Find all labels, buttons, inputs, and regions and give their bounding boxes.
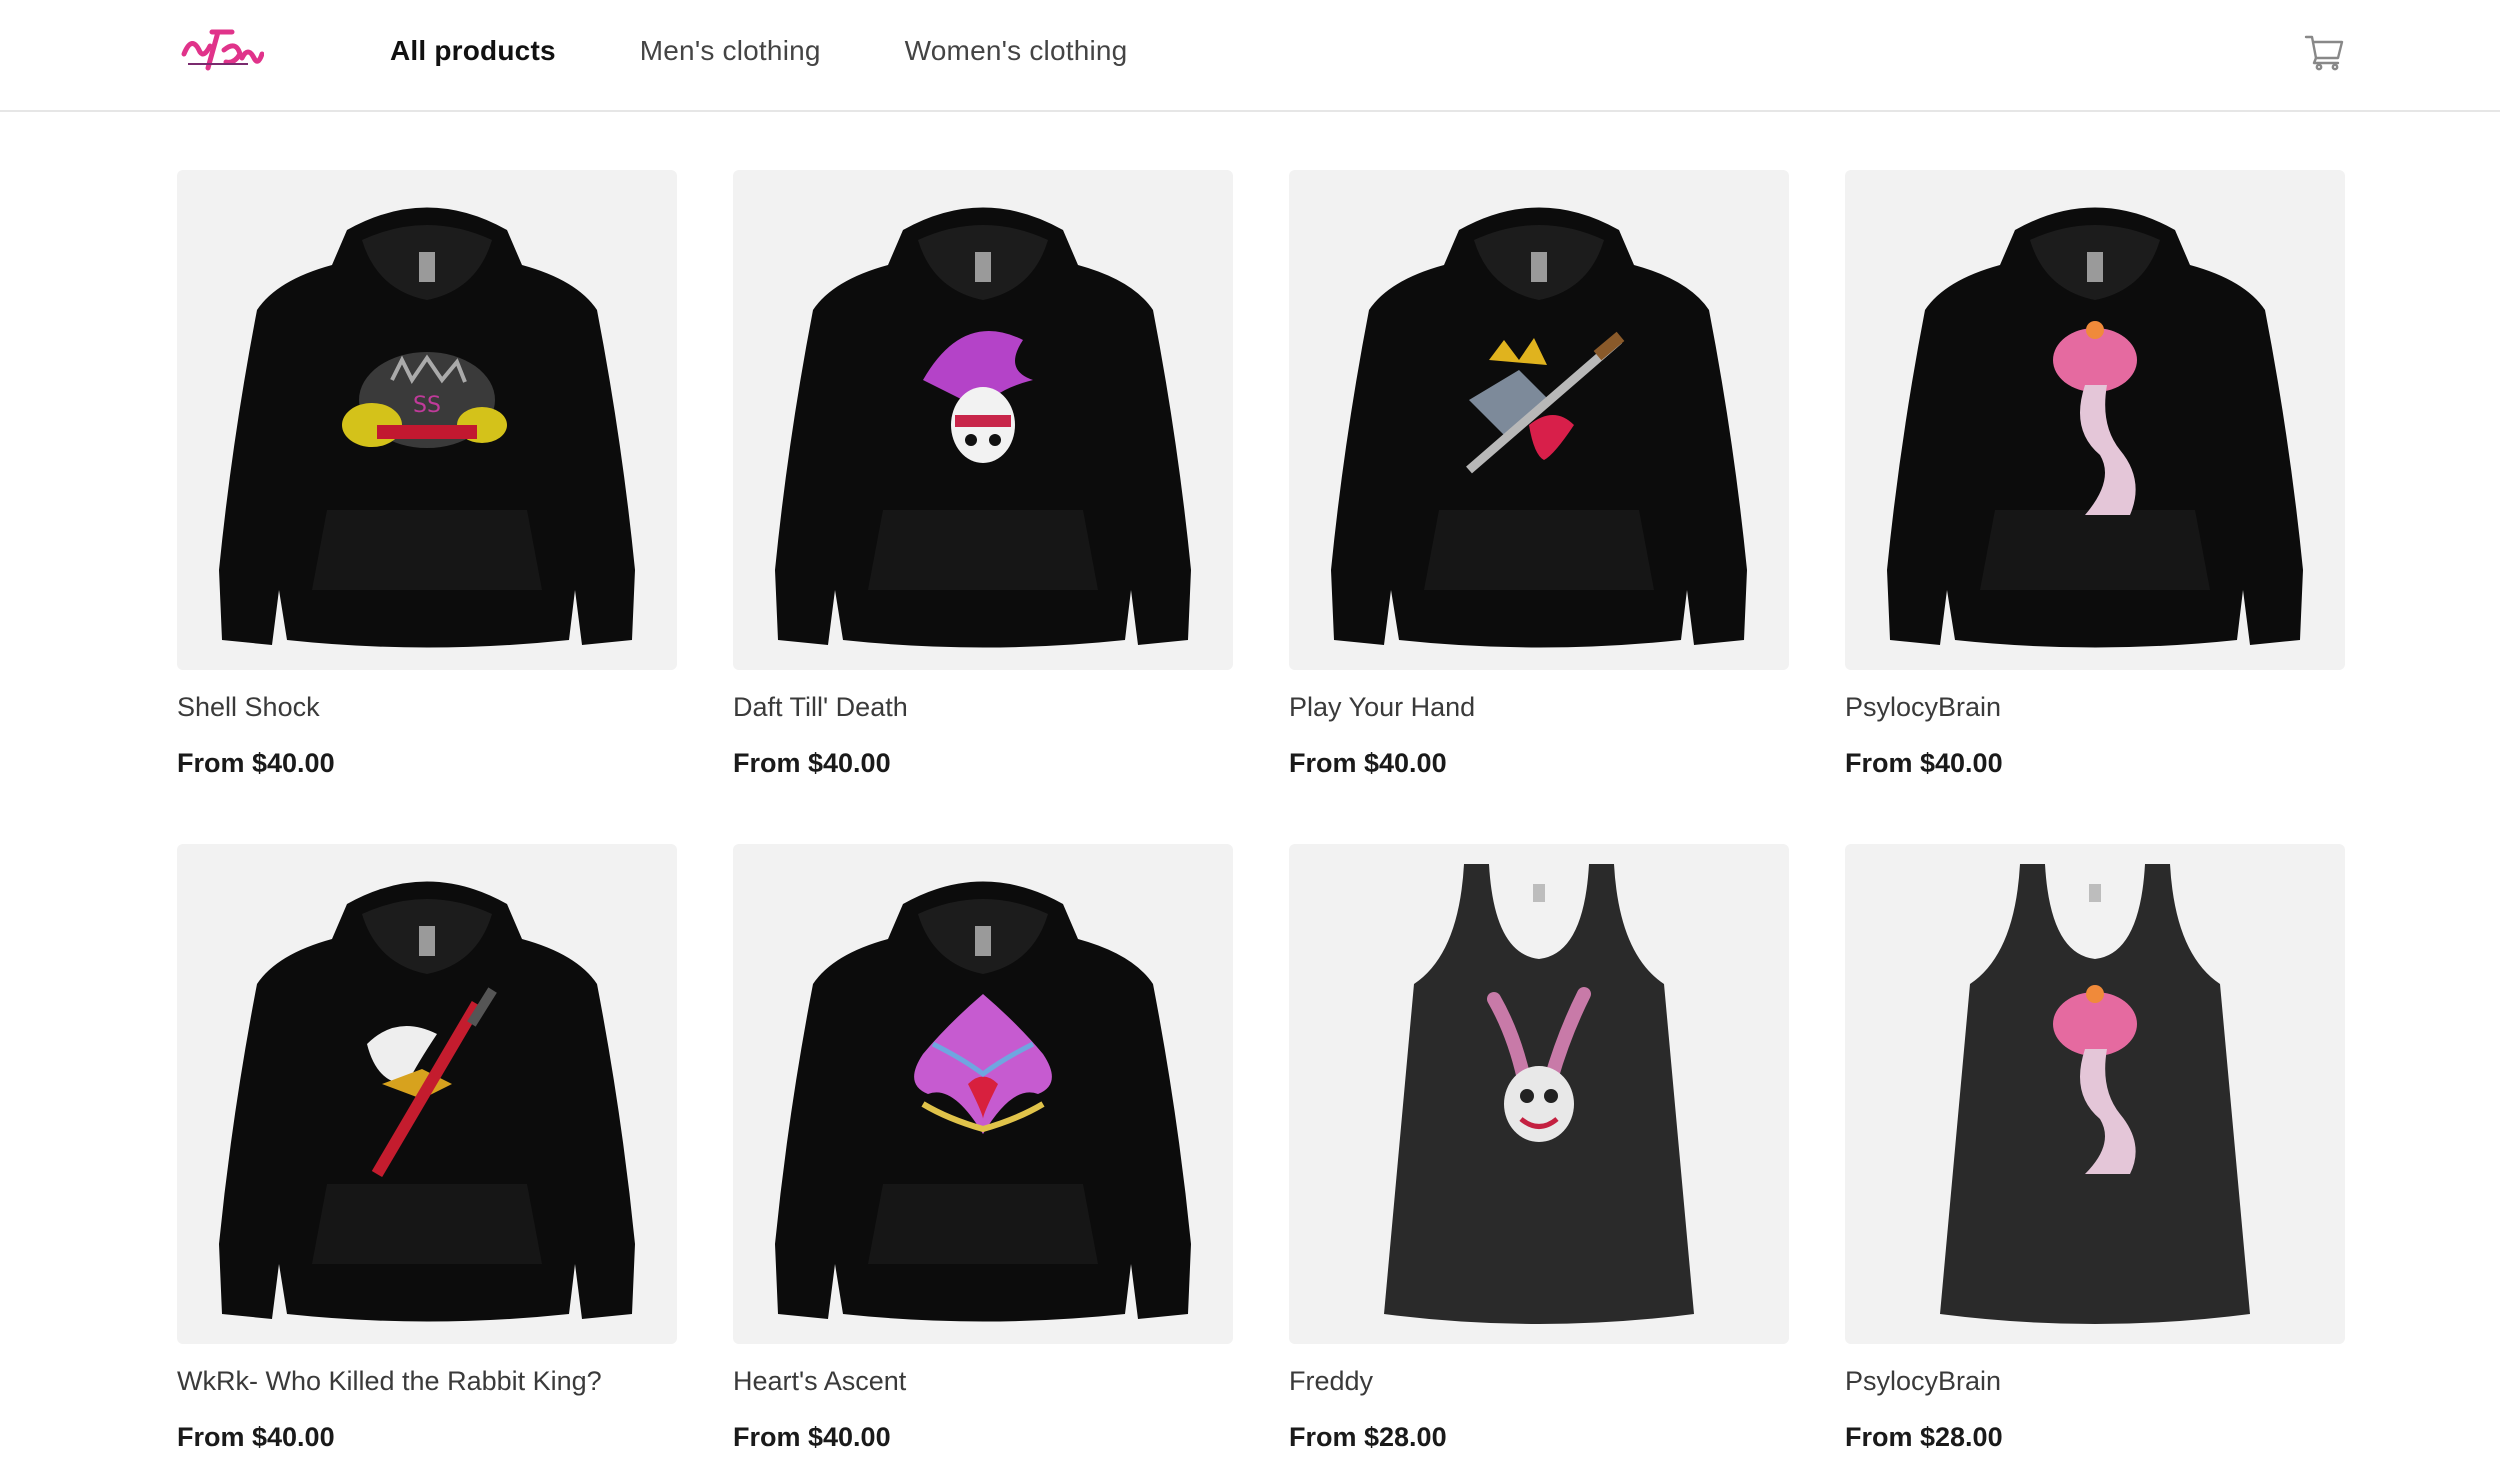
- product-grid: SS Shell Shock From $40.00 Daft Till' De…: [177, 170, 2347, 1454]
- product-card[interactable]: SS Shell Shock From $40.00: [177, 170, 677, 780]
- hoodie-image: [1331, 207, 1747, 648]
- hoodie-image: [775, 881, 1191, 1322]
- cart-icon[interactable]: [2304, 32, 2344, 72]
- product-title[interactable]: Play Your Hand: [1289, 690, 1789, 724]
- product-card[interactable]: PsylocyBrain From $28.00: [1845, 844, 2345, 1454]
- product-image[interactable]: [733, 170, 1233, 670]
- product-title[interactable]: PsylocyBrain: [1845, 690, 2345, 724]
- brand-logo[interactable]: [178, 24, 265, 76]
- nav-womens-clothing[interactable]: Women's clothing: [905, 35, 1128, 67]
- site-header: All products Men's clothing Women's clot…: [0, 0, 2500, 112]
- product-image[interactable]: [733, 844, 1233, 1344]
- hoodie-image: [775, 207, 1191, 648]
- product-image[interactable]: [1289, 844, 1789, 1344]
- product-price: From $40.00: [733, 748, 891, 778]
- product-card[interactable]: WkRk- Who Killed the Rabbit King? From $…: [177, 844, 677, 1454]
- product-title[interactable]: Shell Shock: [177, 690, 677, 724]
- product-card[interactable]: Daft Till' Death From $40.00: [733, 170, 1233, 780]
- product-image[interactable]: [1289, 170, 1789, 670]
- product-price: From $40.00: [177, 1422, 335, 1452]
- product-image[interactable]: [1845, 170, 2345, 670]
- nav-all-products[interactable]: All products: [390, 35, 556, 67]
- product-title[interactable]: Daft Till' Death: [733, 690, 1233, 724]
- main-nav: All products Men's clothing Women's clot…: [390, 0, 1127, 102]
- product-image[interactable]: [177, 844, 677, 1344]
- product-title[interactable]: WkRk- Who Killed the Rabbit King?: [177, 1364, 677, 1398]
- svg-text:SS: SS: [413, 393, 441, 418]
- product-price: From $40.00: [1845, 748, 2003, 778]
- product-image[interactable]: [1845, 844, 2345, 1344]
- nav-mens-clothing[interactable]: Men's clothing: [640, 35, 821, 67]
- tank-image: [1384, 864, 1694, 1324]
- product-card[interactable]: PsylocyBrain From $40.00: [1845, 170, 2345, 780]
- hoodie-image: [219, 881, 635, 1322]
- product-price: From $40.00: [177, 748, 335, 778]
- product-title[interactable]: Freddy: [1289, 1364, 1789, 1398]
- product-card[interactable]: Heart's Ascent From $40.00: [733, 844, 1233, 1454]
- product-price: From $40.00: [733, 1422, 891, 1452]
- product-card[interactable]: Freddy From $28.00: [1289, 844, 1789, 1454]
- product-title[interactable]: PsylocyBrain: [1845, 1364, 2345, 1398]
- product-title[interactable]: Heart's Ascent: [733, 1364, 1233, 1398]
- tank-image: [1940, 864, 2250, 1324]
- product-card[interactable]: Play Your Hand From $40.00: [1289, 170, 1789, 780]
- product-price: From $28.00: [1289, 1422, 1447, 1452]
- product-price: From $40.00: [1289, 748, 1447, 778]
- hoodie-image: [1887, 207, 2303, 648]
- product-price: From $28.00: [1845, 1422, 2003, 1452]
- product-image[interactable]: SS: [177, 170, 677, 670]
- hoodie-image: SS: [219, 207, 635, 648]
